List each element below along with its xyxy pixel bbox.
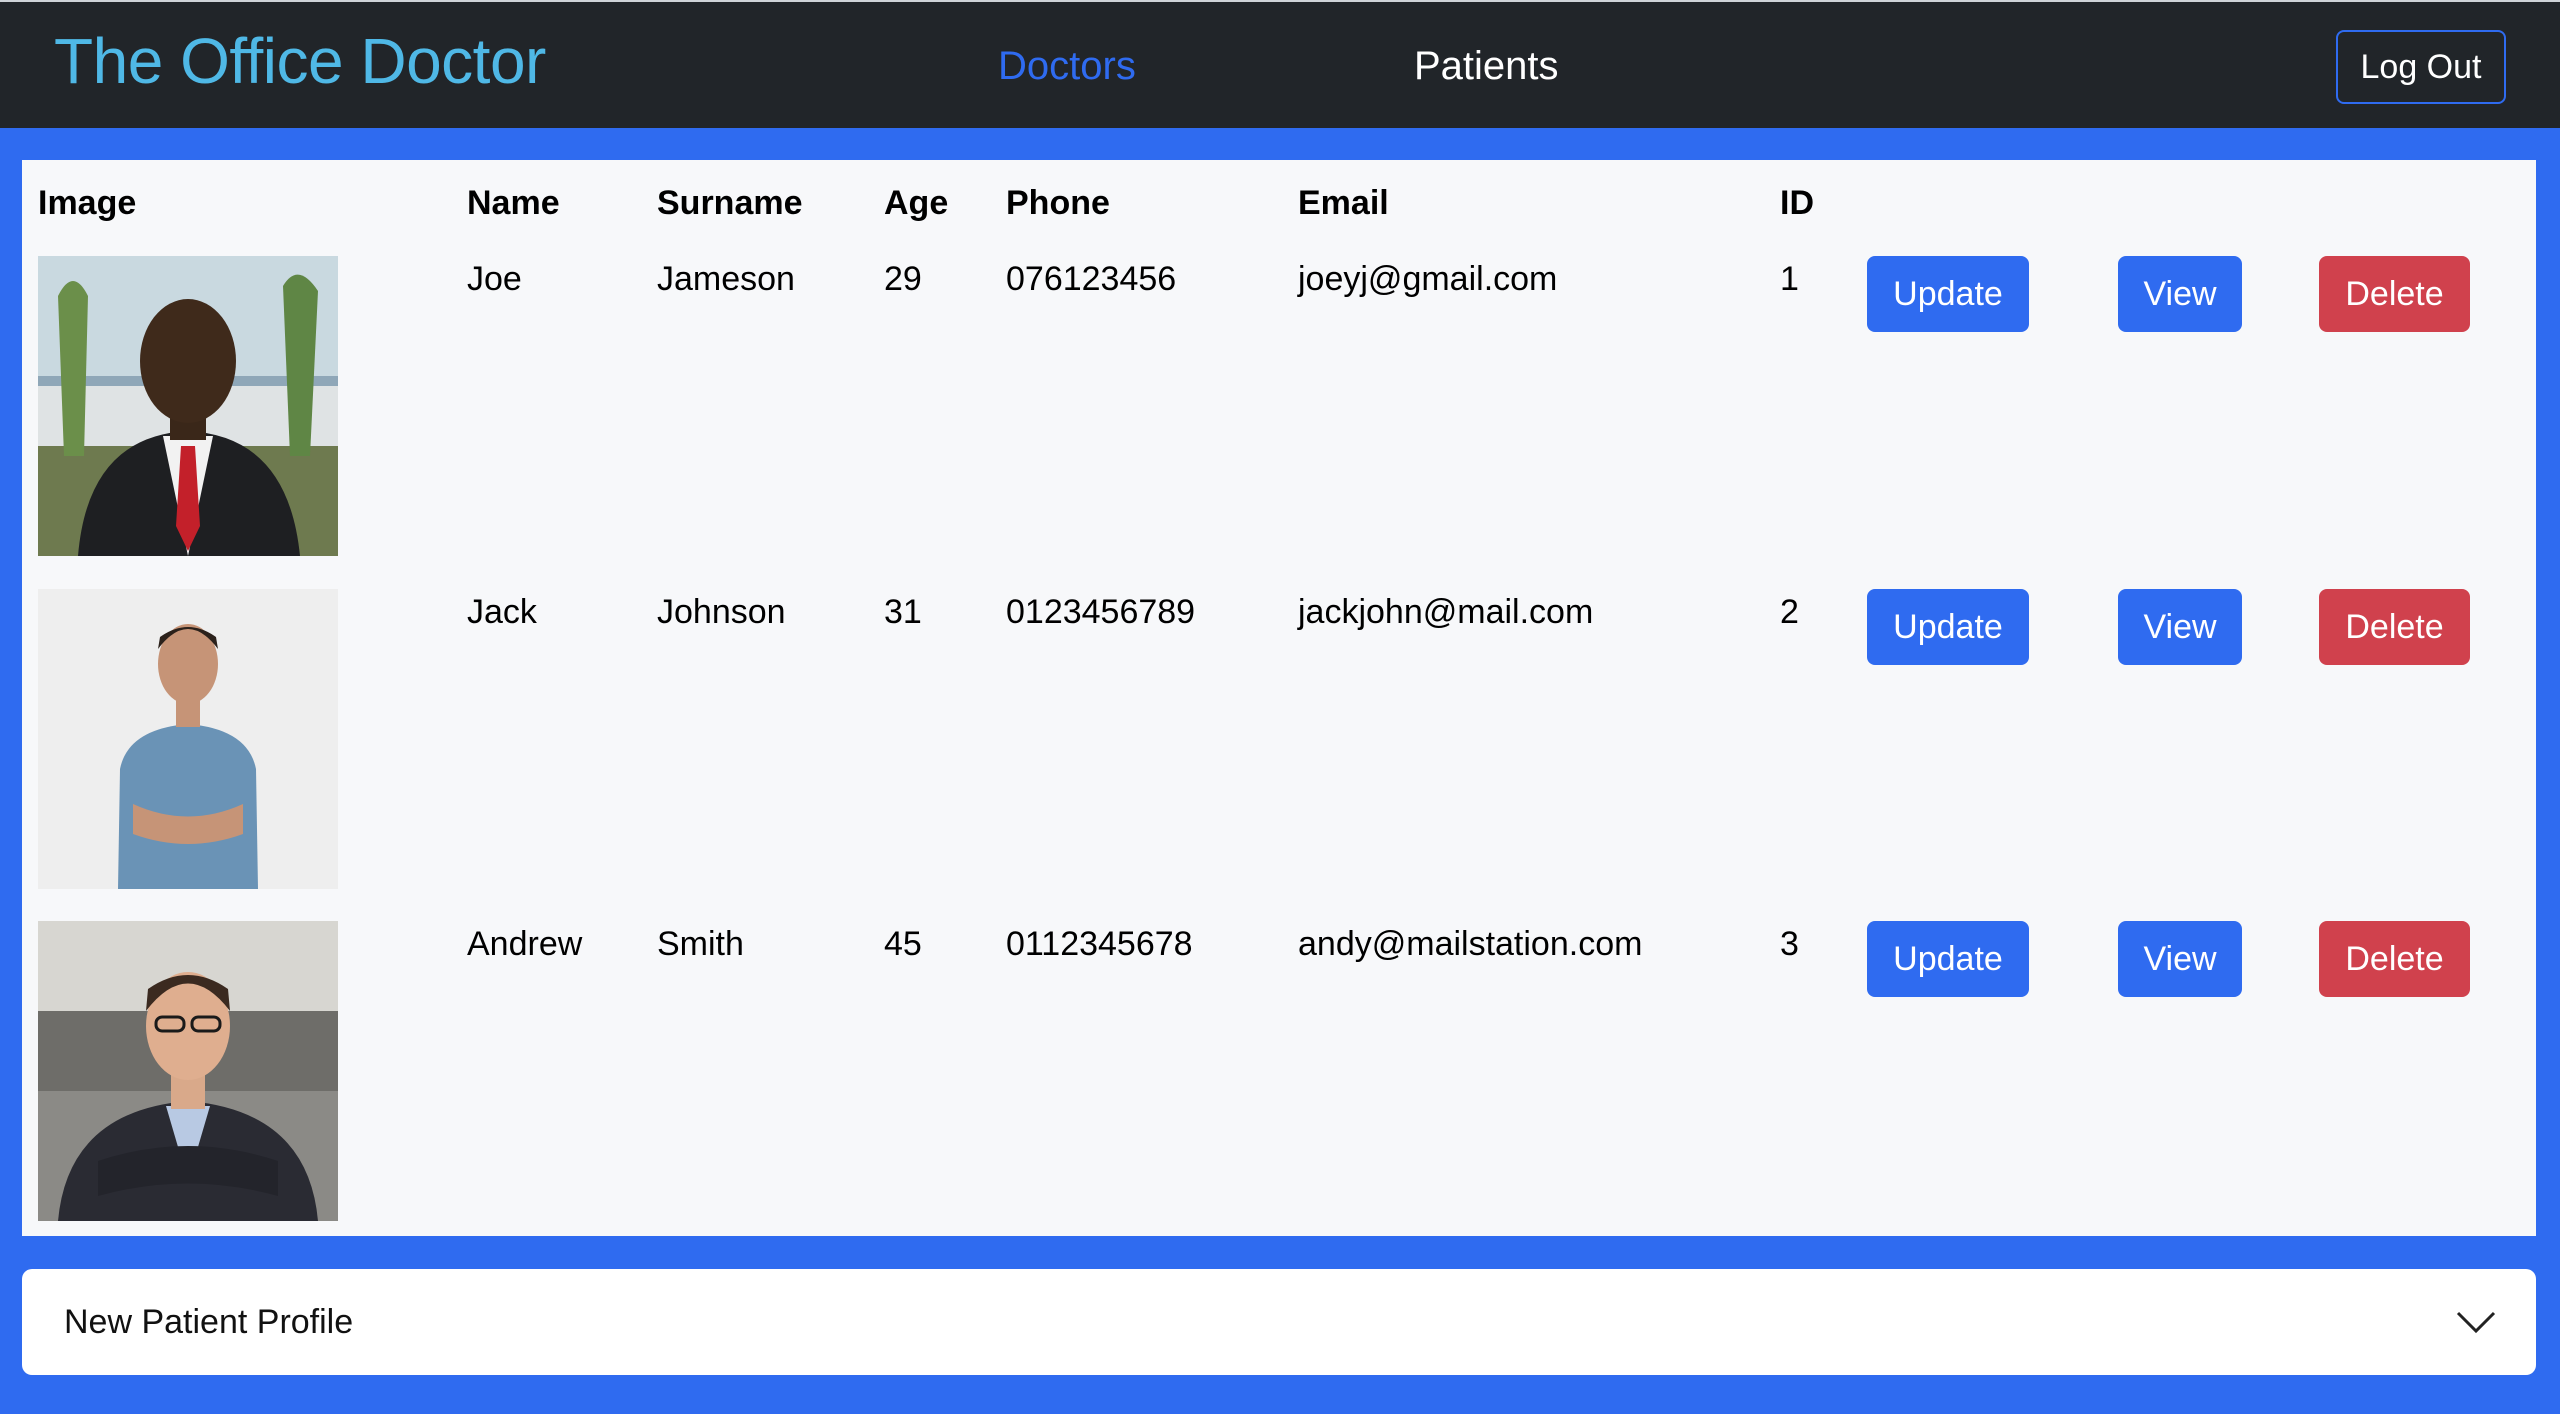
accordion-label: New Patient Profile bbox=[64, 1303, 354, 1341]
cell-email: joeyj@gmail.com bbox=[1298, 260, 1558, 298]
cell-surname: Jameson bbox=[657, 260, 795, 298]
column-header-age: Age bbox=[884, 184, 949, 222]
view-button[interactable]: View bbox=[2118, 589, 2242, 665]
column-header-email: Email bbox=[1298, 184, 1389, 222]
column-header-image: Image bbox=[38, 184, 137, 222]
cell-phone: 0123456789 bbox=[1006, 593, 1196, 631]
delete-button[interactable]: Delete bbox=[2319, 921, 2470, 997]
column-header-name: Name bbox=[467, 184, 560, 222]
logout-button[interactable]: Log Out bbox=[2336, 30, 2506, 104]
doctors-table: Image Name Surname Age Phone Email ID Jo… bbox=[22, 160, 2536, 1236]
cell-email: andy@mailstation.com bbox=[1298, 925, 1643, 963]
new-patient-profile-accordion[interactable]: New Patient Profile bbox=[22, 1269, 2536, 1375]
column-header-phone: Phone bbox=[1006, 184, 1110, 222]
cell-surname: Smith bbox=[657, 925, 744, 963]
column-header-id: ID bbox=[1780, 184, 1814, 222]
cell-phone: 0112345678 bbox=[1006, 925, 1193, 963]
update-button[interactable]: Update bbox=[1867, 589, 2029, 665]
update-button[interactable]: Update bbox=[1867, 256, 2029, 332]
cell-email: jackjohn@mail.com bbox=[1298, 593, 1594, 631]
update-button[interactable]: Update bbox=[1867, 921, 2029, 997]
cell-age: 45 bbox=[884, 925, 922, 963]
cell-name: Andrew bbox=[467, 925, 583, 963]
cell-phone: 076123456 bbox=[1006, 260, 1177, 298]
column-header-surname: Surname bbox=[657, 184, 803, 222]
cell-surname: Johnson bbox=[657, 593, 786, 631]
doctor-photo bbox=[38, 921, 338, 1221]
cell-name: Jack bbox=[467, 593, 537, 631]
cell-id: 3 bbox=[1780, 925, 1799, 963]
cell-id: 1 bbox=[1780, 260, 1799, 298]
cell-name: Joe bbox=[467, 260, 522, 298]
view-button[interactable]: View bbox=[2118, 256, 2242, 332]
delete-button[interactable]: Delete bbox=[2319, 256, 2470, 332]
cell-age: 29 bbox=[884, 260, 922, 298]
doctor-photo bbox=[38, 589, 338, 889]
chevron-down-icon[interactable] bbox=[2454, 1299, 2498, 1343]
doctor-photo bbox=[38, 256, 338, 556]
brand-title[interactable]: The Office Doctor bbox=[54, 24, 546, 98]
nav-link-patients[interactable]: Patients bbox=[1414, 44, 1559, 89]
delete-button[interactable]: Delete bbox=[2319, 589, 2470, 665]
view-button[interactable]: View bbox=[2118, 921, 2242, 997]
cell-id: 2 bbox=[1780, 593, 1799, 631]
cell-age: 31 bbox=[884, 593, 922, 631]
nav-link-doctors[interactable]: Doctors bbox=[998, 44, 1136, 89]
navbar: The Office Doctor Doctors Patients Log O… bbox=[0, 0, 2560, 128]
